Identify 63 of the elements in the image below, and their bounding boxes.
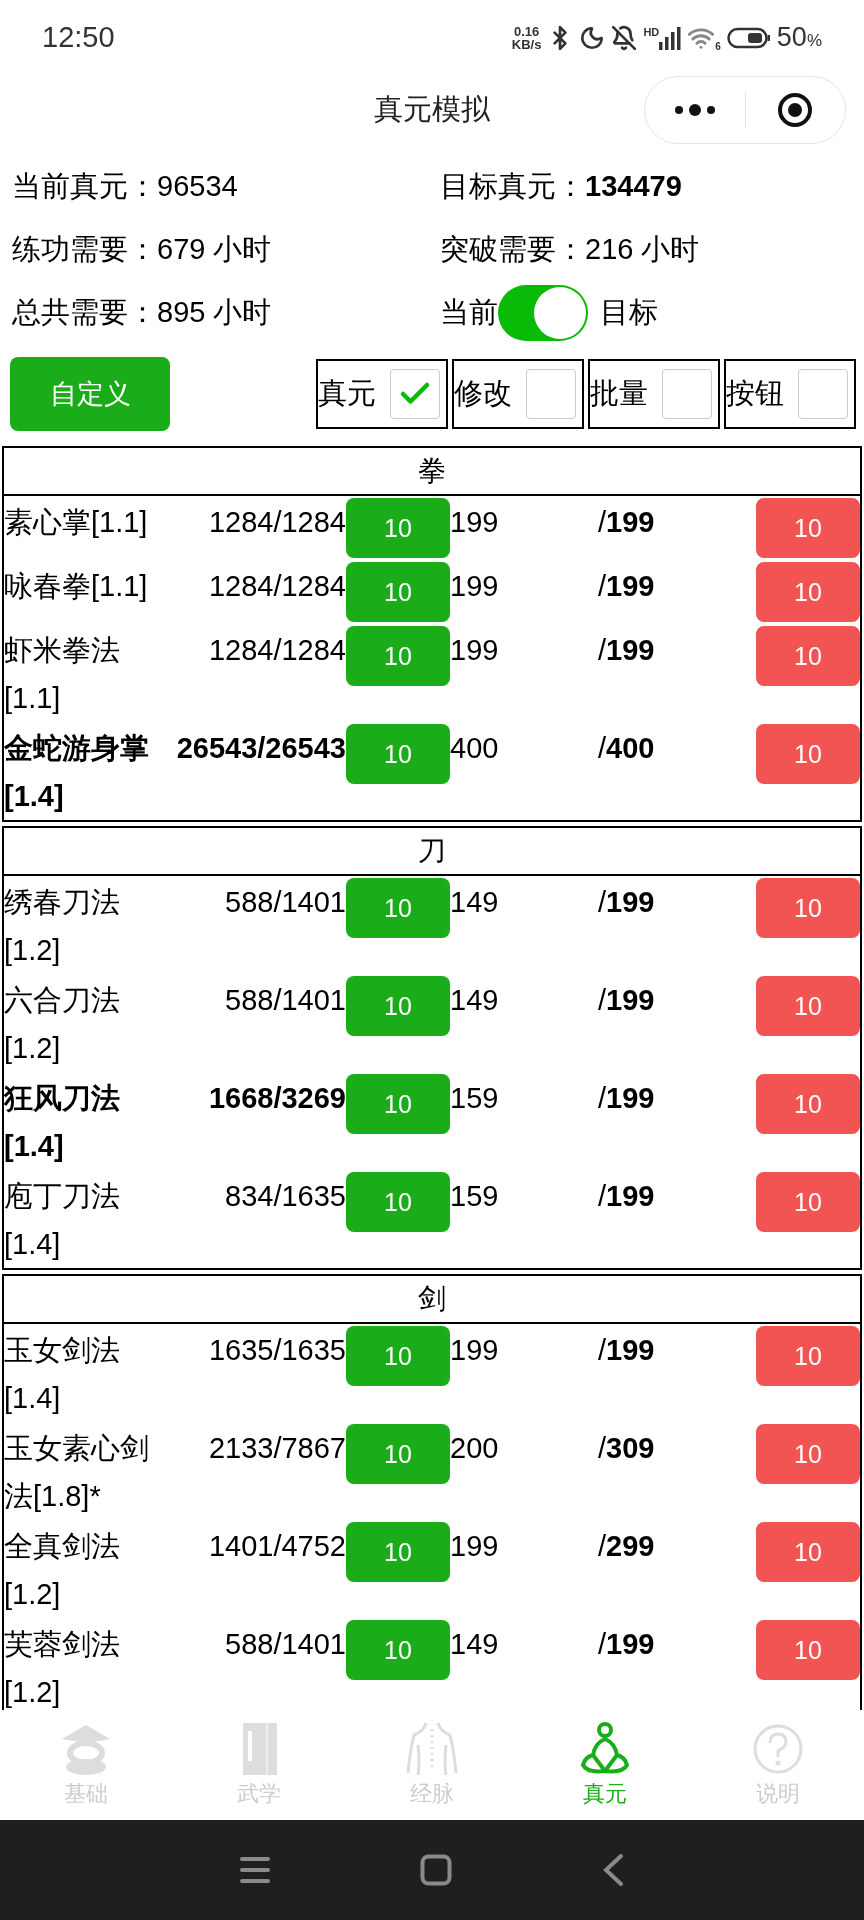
current-level: 200 [450, 1431, 500, 1466]
battery-percent: 50 [776, 21, 807, 55]
signal-label: HD [643, 25, 660, 38]
skill-name: 全真剑法[1.2] [4, 1529, 121, 1612]
max-level: /299 [598, 1529, 656, 1564]
skill-name: 玉女剑法[1.4] [4, 1333, 121, 1416]
page-title: 真元模拟 [374, 92, 490, 128]
max-level: /199 [598, 983, 656, 1018]
current-level: 199 [450, 1333, 500, 1368]
current-level: 159 [450, 1081, 500, 1116]
stat-label: 突破需要： [440, 231, 585, 267]
skill-progress: 1401/4752 [207, 1529, 346, 1564]
skill-name: 咏春拳[1.1] [4, 569, 149, 604]
skill-name: 芙蓉剑法[1.2] [4, 1627, 121, 1710]
stat-value: 96534 [157, 168, 238, 204]
skill-name: 素心掌[1.1] [4, 505, 149, 540]
max-level: /199 [598, 1081, 656, 1116]
wifi-label: 6 [715, 41, 721, 52]
switch-right-label: 目标 [600, 294, 658, 330]
switch-left-label: 当前 [440, 294, 498, 330]
net-speed-value: 0.16 [513, 24, 540, 38]
stat-value: 679 小时 [157, 231, 272, 267]
current-level: 149 [450, 1627, 500, 1662]
section-title: 刀 [418, 834, 446, 868]
current-level: 149 [450, 983, 500, 1018]
max-level: /199 [598, 885, 656, 920]
current-level: 199 [450, 633, 500, 668]
max-level: /199 [598, 569, 656, 604]
skill-name: 玉女素心剑法[1.8]* [4, 1431, 150, 1514]
stat-label: 目标真元： [440, 168, 585, 204]
stat-label: 总共需要： [12, 294, 157, 330]
current-level: 159 [450, 1179, 500, 1214]
stat-value: 134479 [585, 168, 682, 204]
current-level: 149 [450, 885, 500, 920]
current-level: 199 [450, 569, 500, 604]
skill-progress: 588/1401 [224, 1627, 346, 1662]
percent-sign: % [806, 31, 822, 53]
max-level: /199 [598, 633, 656, 668]
skill-name: 绣春刀法[1.2] [4, 885, 121, 968]
stat-label: 练功需要： [12, 231, 157, 267]
clock-time: 12:50 [42, 19, 115, 55]
max-level: /309 [598, 1431, 656, 1466]
section-title: 剑 [418, 1282, 446, 1316]
skill-name: 金蛇游身掌[1.4] [4, 731, 150, 814]
max-level: /199 [598, 1333, 656, 1368]
net-speed-unit: KB/s [511, 37, 542, 51]
max-level: /199 [598, 1179, 656, 1214]
skill-name: 虾米拳法[1.1] [4, 633, 121, 716]
skill-name: 庖丁刀法[1.4] [4, 1179, 121, 1262]
skill-name: 六合刀法[1.2] [4, 983, 121, 1066]
stat-value: 216 小时 [585, 231, 700, 267]
stat-label: 当前真元： [12, 168, 157, 204]
max-level: /199 [598, 505, 656, 540]
current-level: 199 [450, 1529, 500, 1564]
skill-progress: 1635/1635 [207, 1333, 346, 1368]
skill-progress: 2133/7867 [207, 1431, 346, 1466]
current-level: 400 [450, 731, 500, 766]
stat-value: 895 小时 [157, 294, 272, 330]
current-level: 199 [450, 505, 500, 540]
max-level: /400 [598, 731, 656, 766]
max-level: /199 [598, 1627, 656, 1662]
section-title: 拳 [418, 454, 446, 488]
skill-name: 狂风刀法[1.4] [4, 1081, 121, 1164]
